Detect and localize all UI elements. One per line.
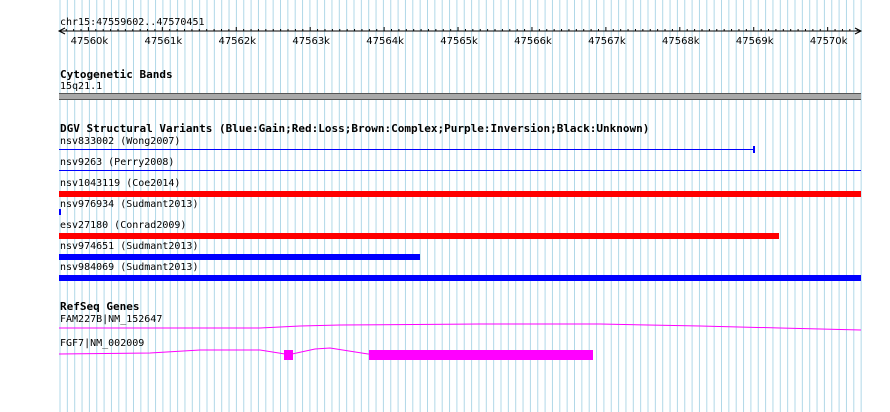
gene-fam227b[interactable] <box>0 320 890 334</box>
ruler-tick-label: 47570k <box>810 36 848 47</box>
dgv-feature-label[interactable]: nsv1043119 (Coe2014) <box>60 178 180 190</box>
dgv-feature-bar[interactable] <box>59 209 61 215</box>
dgv-feature-bar[interactable] <box>59 275 861 281</box>
dgv-track-title[interactable]: DGV Structural Variants (Blue:Gain;Red:L… <box>60 122 649 135</box>
dgv-feature-label[interactable]: nsv976934 (Sudmant2013) <box>60 199 198 211</box>
ruler-tick-label: 47560k <box>71 36 109 47</box>
refseq-track-title[interactable]: RefSeq Genes <box>60 300 139 313</box>
ruler-tick-label: 47563k <box>292 36 330 47</box>
ruler-tick-label: 47569k <box>736 36 774 47</box>
ruler-axis: 47560k 47561k 47562k 47563k 47564k 47565k 4756… <box>57 27 863 47</box>
ruler-tick-label: 47562k <box>218 36 256 47</box>
dgv-feature-label[interactable]: nsv984069 (Sudmant2013) <box>60 262 198 274</box>
ruler-tick-label: 47566k <box>514 36 552 47</box>
dgv-feature-label[interactable]: nsv974651 (Sudmant2013) <box>60 241 198 253</box>
ruler-tick-label: 47568k <box>662 36 700 47</box>
dgv-feature-bar[interactable] <box>59 149 754 150</box>
dgv-feature-label[interactable]: esv27180 (Conrad2009) <box>60 220 186 232</box>
fgf7-exon-2 <box>369 350 593 360</box>
cytoband-label: 15q21.1 <box>60 81 103 92</box>
ruler-tick-label: 47564k <box>366 36 404 47</box>
dgv-feature-end-cap <box>752 146 755 153</box>
dgv-feature-bar[interactable] <box>59 233 779 239</box>
dgv-feature-label[interactable]: nsv9263 (Perry2008) <box>60 157 174 169</box>
ruler-tick-label: 47565k <box>440 36 478 47</box>
cytoband-15q21-1[interactable] <box>59 93 861 100</box>
dgv-feature-label[interactable]: nsv833002 (Wong2007) <box>60 136 180 148</box>
gene-fgf7[interactable] <box>0 344 890 362</box>
cytoband-track-title[interactable]: Cytogenetic Bands <box>60 68 173 81</box>
coordinate-ruler: chr15:47559602..47570451 47560k 47561k 475… <box>57 17 863 47</box>
ruler-tick-label: 47561k <box>145 36 183 47</box>
ruler-location-label: chr15:47559602..47570451 <box>60 17 205 28</box>
fgf7-exon-1 <box>284 350 293 360</box>
dgv-feature-bar[interactable] <box>59 170 861 171</box>
dgv-feature-bar[interactable] <box>59 191 861 197</box>
ruler-tick-label: 47567k <box>588 36 626 47</box>
dgv-feature-bar[interactable] <box>59 254 421 260</box>
